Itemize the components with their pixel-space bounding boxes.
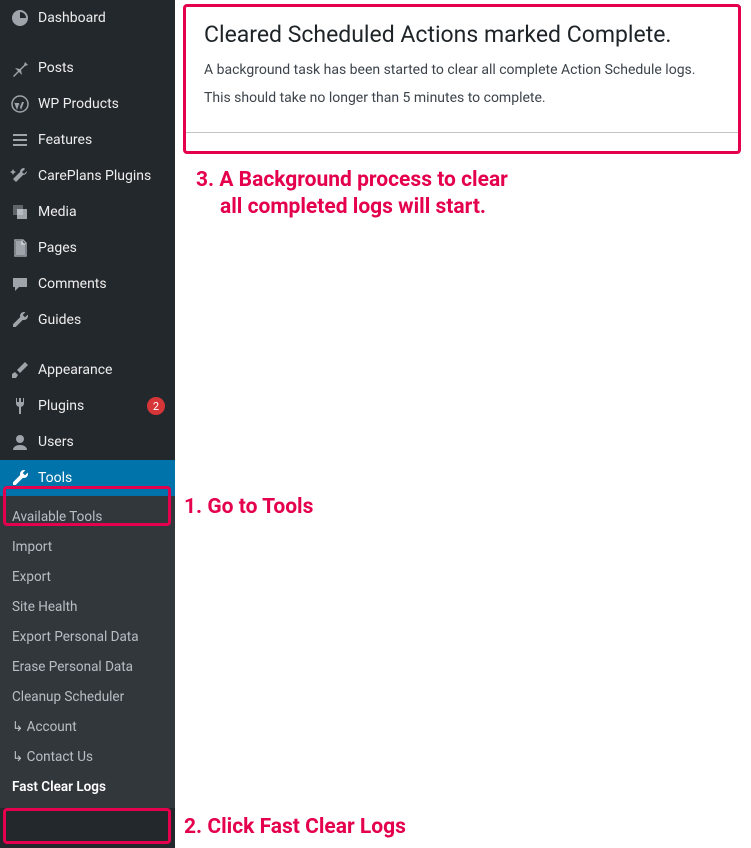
sidebar-item-label: Tools [38, 470, 165, 486]
notice-title: Cleared Scheduled Actions marked Complet… [204, 21, 722, 48]
sidebar-item-label: Guides [38, 312, 165, 328]
comment-icon [10, 274, 30, 294]
sidebar-item-comments[interactable]: Comments [0, 266, 175, 302]
media-icon [10, 202, 30, 222]
sidebar-item-label: Posts [38, 60, 165, 76]
wrench-spark-icon [10, 166, 30, 186]
notice-line1: A background task has been started to cl… [204, 62, 722, 78]
sub-item-cleanup-scheduler[interactable]: Cleanup Scheduler [0, 682, 175, 712]
sub-item-account[interactable]: ↳ Account [0, 712, 175, 742]
sidebar-item-pages[interactable]: Pages [0, 230, 175, 266]
sub-item-site-health[interactable]: Site Health [0, 592, 175, 622]
annotation-3-line1: 3. A Background process to clear [196, 167, 508, 193]
sidebar-item-label: Appearance [38, 362, 165, 378]
brush-icon [10, 360, 30, 380]
annotation-1: 1. Go to Tools [184, 494, 313, 520]
sub-item-import[interactable]: Import [0, 532, 175, 562]
plug-icon [10, 396, 30, 416]
sub-item-export[interactable]: Export [0, 562, 175, 592]
tools-submenu: Available Tools Import Export Site Healt… [0, 496, 175, 808]
sidebar-item-label: Media [38, 204, 165, 220]
sidebar-item-label: Comments [38, 276, 165, 292]
sub-item-contact-us[interactable]: ↳ Contact Us [0, 742, 175, 772]
sub-item-export-personal-data[interactable]: Export Personal Data [0, 622, 175, 652]
sub-item-erase-personal-data[interactable]: Erase Personal Data [0, 652, 175, 682]
sidebar-item-features[interactable]: Features [0, 122, 175, 158]
sidebar-item-dashboard[interactable]: Dashboard [0, 0, 175, 36]
sidebar-item-label: CarePlans Plugins [38, 168, 165, 184]
sidebar-item-careplans[interactable]: CarePlans Plugins [0, 158, 175, 194]
sidebar-item-wpproducts[interactable]: WP Products [0, 86, 175, 122]
user-icon [10, 432, 30, 452]
wordpress-icon [10, 94, 30, 114]
pin-icon [10, 58, 30, 78]
sidebar-item-appearance[interactable]: Appearance [0, 352, 175, 388]
page-icon [10, 238, 30, 258]
plugins-update-badge: 2 [147, 397, 165, 415]
annotation-3-line2: all completed logs will start. [220, 194, 486, 220]
annotation-2: 2. Click Fast Clear Logs [184, 814, 406, 840]
sidebar-item-label: Users [38, 434, 165, 450]
sidebar-item-plugins[interactable]: Plugins 2 [0, 388, 175, 424]
sidebar-item-tools[interactable]: Tools [0, 460, 175, 496]
sidebar-item-media[interactable]: Media [0, 194, 175, 230]
sub-item-available-tools[interactable]: Available Tools [0, 502, 175, 532]
sidebar-item-posts[interactable]: Posts [0, 50, 175, 86]
sidebar-item-guides[interactable]: Guides [0, 302, 175, 338]
list-icon [10, 130, 30, 150]
sidebar-item-label: Plugins [38, 398, 141, 414]
sidebar-item-label: Features [38, 132, 165, 148]
sub-item-fast-clear-logs[interactable]: Fast Clear Logs [0, 772, 175, 802]
sidebar-item-label: Dashboard [38, 10, 165, 26]
sidebar-item-label: WP Products [38, 96, 165, 112]
wrench-icon [10, 468, 30, 488]
main-content: Cleared Scheduled Actions marked Complet… [185, 6, 741, 133]
dashboard-icon [10, 8, 30, 28]
sidebar-item-users[interactable]: Users [0, 424, 175, 460]
admin-notice: Cleared Scheduled Actions marked Complet… [185, 6, 741, 133]
notice-line2: This should take no longer than 5 minute… [204, 90, 722, 106]
sidebar-item-label: Pages [38, 240, 165, 256]
wrench-icon [10, 310, 30, 330]
admin-sidebar: Dashboard Posts WP Products Features Car… [0, 0, 175, 848]
